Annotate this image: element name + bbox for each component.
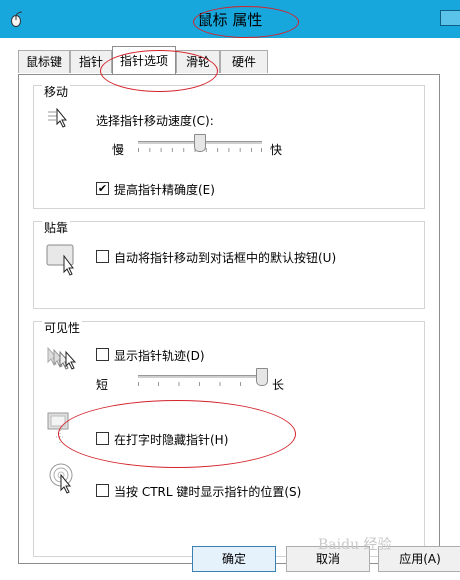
tab-hardware[interactable]: 硬件 bbox=[220, 50, 268, 73]
snap-group: 贴靠 自动将指针移动到对话框中的默认按钮(U) bbox=[33, 221, 425, 309]
snap-label: 自动将指针移动到对话框中的默认按钮(U) bbox=[114, 251, 337, 265]
motion-group: 移动 选择指针移动速度(C): 慢 快 ✔ 提高指针精确度(E) bbox=[33, 85, 425, 209]
fast-label: 快 bbox=[270, 143, 283, 157]
ctrl-locate-label: 当按 CTRL 键时显示指针的位置(S) bbox=[114, 485, 302, 499]
short-label: 短 bbox=[96, 378, 109, 392]
hide-option-annotation-ellipse bbox=[58, 400, 296, 468]
tab-annotation-ellipse bbox=[100, 50, 218, 92]
trail-slider-thumb[interactable] bbox=[256, 368, 268, 386]
tab-panel: 移动 选择指针移动速度(C): 慢 快 ✔ 提高指针精确度(E) 贴靠 自动将指… bbox=[18, 74, 440, 564]
ctrl-locate-icon bbox=[49, 463, 73, 494]
snap-to-button-icon bbox=[46, 244, 74, 276]
ok-button[interactable]: 确定 bbox=[192, 546, 276, 572]
title-bar[interactable]: 鼠标 属性 bbox=[0, 0, 460, 38]
long-label: 长 bbox=[272, 378, 285, 392]
ctrl-locate-checkbox[interactable] bbox=[96, 484, 109, 497]
precision-checkbox[interactable]: ✔ bbox=[96, 182, 109, 195]
trails-label: 显示指针轨迹(D) bbox=[114, 349, 205, 363]
trails-checkbox[interactable] bbox=[96, 348, 109, 361]
snap-checkbox[interactable] bbox=[96, 250, 109, 263]
speed-slider-thumb[interactable] bbox=[194, 134, 206, 152]
slow-label: 慢 bbox=[112, 143, 125, 157]
pointer-speed-icon bbox=[48, 108, 68, 128]
pointer-trails-icon bbox=[47, 346, 77, 370]
visibility-group-title: 可见性 bbox=[42, 321, 83, 335]
tab-strip: 鼠标键 指针 指针选项 滑轮 硬件 bbox=[18, 44, 438, 92]
tab-buttons[interactable]: 鼠标键 bbox=[18, 50, 70, 73]
maximize-button[interactable] bbox=[440, 10, 460, 26]
trail-length-slider[interactable] bbox=[138, 375, 262, 378]
snap-group-title: 贴靠 bbox=[42, 221, 71, 235]
trail-slider-ticks bbox=[138, 382, 262, 386]
title-annotation-ellipse bbox=[193, 6, 299, 38]
dialog-client: 鼠标键 指针 指针选项 滑轮 硬件 移动 选择指针移动速度(C): 慢 快 ✔ … bbox=[0, 38, 460, 580]
speed-label: 选择指针移动速度(C): bbox=[96, 114, 214, 128]
watermark: Baidu 经验 bbox=[318, 537, 392, 553]
precision-label: 提高指针精确度(E) bbox=[114, 183, 215, 197]
motion-group-title: 移动 bbox=[42, 85, 71, 99]
